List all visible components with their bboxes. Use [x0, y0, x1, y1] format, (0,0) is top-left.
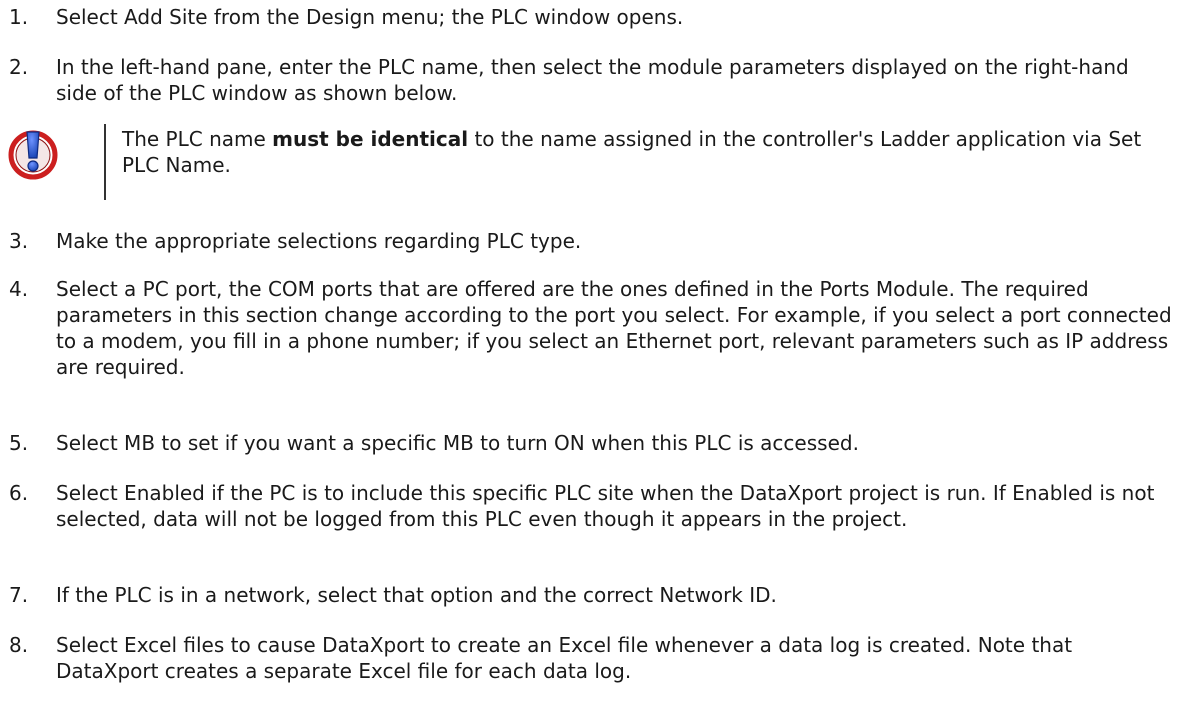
step-6: 6. Select Enabled if the PC is to includ…: [0, 480, 1192, 532]
step-number: 8.: [9, 633, 29, 657]
step-7: 7. If the PLC is in a network, select th…: [0, 582, 1192, 608]
step-text: In the left-hand pane, enter the PLC nam…: [56, 55, 1129, 105]
step-text: Select a PC port, the COM ports that are…: [56, 277, 1172, 379]
step-text: Select Excel files to cause DataXport to…: [56, 633, 1073, 683]
step-4: 4. Select a PC port, the COM ports that …: [0, 276, 1192, 380]
note-emphasis: must be identical: [272, 127, 469, 151]
step-number: 2.: [9, 55, 29, 79]
note-divider: [104, 124, 106, 200]
step-text: Select Add Site from the Design menu; th…: [56, 5, 684, 29]
step-text: If the PLC is in a network, select that …: [56, 583, 777, 607]
step-text: Make the appropriate selections regardin…: [56, 229, 582, 253]
step-2: 2. In the left-hand pane, enter the PLC …: [0, 54, 1192, 106]
step-number: 3.: [9, 229, 29, 253]
step-3: 3. Make the appropriate selections regar…: [0, 228, 1192, 254]
important-icon: [8, 130, 58, 180]
step-1: 1. Select Add Site from the Design menu;…: [0, 4, 1192, 30]
step-number: 1.: [9, 5, 29, 29]
step-5: 5. Select MB to set if you want a specif…: [0, 430, 1192, 456]
step-8: 8. Select Excel files to cause DataXport…: [0, 632, 1192, 684]
note-text: The PLC name must be identical to the na…: [122, 127, 1142, 177]
step-number: 6.: [9, 481, 29, 505]
step-text: Select MB to set if you want a specific …: [56, 431, 859, 455]
step-text: Select Enabled if the PC is to include t…: [56, 481, 1155, 531]
step-number: 4.: [9, 277, 29, 301]
important-note: The PLC name must be identical to the na…: [0, 116, 1192, 212]
step-number: 7.: [9, 583, 29, 607]
step-number: 5.: [9, 431, 29, 455]
